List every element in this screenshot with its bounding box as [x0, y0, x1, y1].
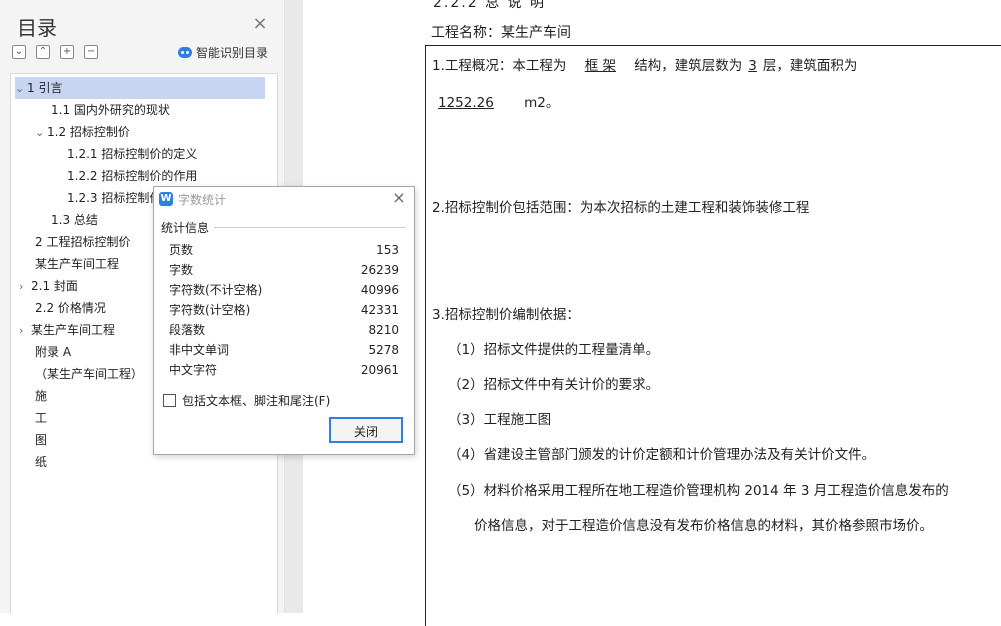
- toc-item-label: 某生产车间工程: [31, 323, 116, 337]
- stat-row: 非中文单词 5278: [169, 340, 399, 360]
- stat-label: 字数: [169, 263, 194, 277]
- text-run: 结构，建筑层数为: [634, 58, 743, 74]
- stat-value: 40996: [360, 283, 399, 297]
- stat-row: 字数 26239: [169, 260, 399, 280]
- text-run: m2。: [524, 95, 560, 111]
- stat-row: 字符数(计空格) 42331: [169, 300, 399, 320]
- toc-item[interactable]: 1.2.1 招标控制价的定义: [67, 143, 197, 165]
- paragraph-scope: 2.招标控制价包括范围：为本次招标的土建工程和装饰装修工程: [432, 200, 810, 216]
- list-item: （2）招标文件中有关计价的要求。: [448, 377, 660, 393]
- stat-label: 非中文单词: [169, 343, 230, 357]
- content-frame: 1.工程概况：本工程为 框 架 结构，建筑层数为 3 层，建筑面积为 1252.26…: [425, 45, 1001, 626]
- smart-toc-label: 智能识别目录: [196, 46, 269, 60]
- toc-item[interactable]: 1.1 国内外研究的现状: [51, 99, 170, 121]
- stat-label: 页数: [169, 243, 194, 257]
- close-icon[interactable]: ×: [250, 14, 270, 34]
- group-divider: [214, 227, 406, 228]
- stat-label: 段落数: [169, 323, 206, 337]
- dialog-titlebar[interactable]: W 字数统计 ×: [154, 187, 414, 211]
- toc-toolbar: ⌄ ⌃ + −: [12, 45, 98, 59]
- underlined-value: 1252.26: [438, 95, 494, 111]
- toc-item[interactable]: 施: [35, 385, 47, 407]
- toc-item[interactable]: 1.3 总结: [51, 209, 98, 231]
- close-button[interactable]: 关闭: [329, 417, 403, 443]
- dialog-title: 字数统计: [178, 193, 227, 207]
- chevron-down-icon[interactable]: ⌄: [15, 78, 27, 100]
- stat-label: 字符数(计空格): [169, 303, 251, 317]
- sidebar-title: 目录: [17, 16, 57, 40]
- toc-item[interactable]: ⌄ 1.2 招标控制价: [35, 121, 130, 143]
- toc-item[interactable]: 工: [35, 407, 47, 429]
- group-label: 统计信息: [161, 221, 210, 235]
- toc-item[interactable]: 1.2.2 招标控制价的作用: [67, 165, 197, 187]
- toc-item[interactable]: › 某生产车间工程: [19, 319, 115, 341]
- list-item: （1）招标文件提供的工程量清单。: [448, 342, 660, 358]
- underlined-value: 3: [748, 58, 757, 74]
- toc-item[interactable]: 2 工程招标控制价: [35, 231, 130, 253]
- robot-icon: [178, 47, 192, 58]
- text-run: 1.工程概况：本工程为: [432, 58, 567, 74]
- paragraph-area: 1252.26 m2。: [432, 91, 559, 111]
- stat-value: 26239: [360, 263, 399, 277]
- chevron-right-icon[interactable]: ›: [19, 320, 31, 342]
- stat-value: 5278: [368, 343, 399, 357]
- underlined-value: 框 架: [584, 58, 616, 74]
- toc-item[interactable]: （某生产车间工程）: [35, 363, 143, 385]
- project-name: 工程名称：某生产车间: [431, 25, 571, 41]
- close-icon[interactable]: ×: [390, 189, 408, 207]
- stat-row: 中文字符 20961: [169, 360, 399, 380]
- stat-label: 中文字符: [169, 363, 218, 377]
- chevron-right-icon[interactable]: ›: [19, 276, 31, 298]
- smart-toc-button[interactable]: 智能识别目录: [178, 44, 268, 61]
- list-item-continuation: 价格信息，对于工程造价信息没有发布价格信息的材料，其价格参照市场价。: [474, 518, 933, 534]
- stat-row: 字符数(不计空格) 40996: [169, 280, 399, 300]
- stat-value: 20961: [360, 363, 399, 377]
- toc-item[interactable]: 纸: [35, 451, 47, 473]
- stat-row: 页数 153: [169, 240, 399, 260]
- stat-value: 8210: [368, 323, 399, 337]
- paragraph-overview: 1.工程概况：本工程为 框 架 结构，建筑层数为 3 层，建筑面积为: [432, 54, 857, 74]
- expand-up-icon[interactable]: ⌃: [36, 45, 50, 59]
- toc-item[interactable]: 图: [35, 429, 47, 451]
- remove-heading-icon[interactable]: −: [84, 45, 98, 59]
- chevron-down-icon[interactable]: ⌄: [35, 122, 47, 144]
- stat-row: 段落数 8210: [169, 320, 399, 340]
- checkbox-box[interactable]: [163, 394, 176, 407]
- stat-value: 153: [376, 243, 399, 257]
- stat-value: 42331: [360, 303, 399, 317]
- toc-item[interactable]: 附录 A: [35, 341, 71, 363]
- toc-item[interactable]: › 2.1 封面: [19, 275, 78, 297]
- toc-item[interactable]: 某生产车间工程: [35, 253, 119, 275]
- list-item: （5）材料价格采用工程所在地工程造价管理机构 2014 年 3 月工程造价信息发…: [448, 483, 949, 499]
- checkbox-label: 包括文本框、脚注和尾注(F): [182, 394, 331, 408]
- add-heading-icon[interactable]: +: [60, 45, 74, 59]
- list-item: （3）工程施工图: [448, 412, 552, 428]
- toc-item-label: 1 引言: [27, 81, 63, 95]
- stat-label: 字符数(不计空格): [169, 283, 263, 297]
- list-item: （4）省建设主管部门颁发的计价定额和计价管理办法及有关计价文件。: [448, 447, 876, 463]
- toc-item-label: 1.2 招标控制价: [47, 125, 130, 139]
- toc-item-label: 2.1 封面: [31, 279, 78, 293]
- wps-logo-icon: W: [159, 192, 173, 206]
- toc-item[interactable]: 2.2 价格情况: [35, 297, 106, 319]
- paragraph-basis: 3.招标控制价编制依据：: [432, 307, 580, 323]
- toc-item[interactable]: 1.2.3 招标控制价: [67, 187, 161, 209]
- word-count-dialog: W 字数统计 × 统计信息 页数 153 字数 26239 字符数(不计空格) …: [153, 186, 415, 455]
- collapse-all-icon[interactable]: ⌄: [12, 45, 26, 59]
- include-textbox-checkbox[interactable]: 包括文本框、脚注和尾注(F): [163, 392, 330, 409]
- section-heading: 2.2.2 总 说 明: [433, 0, 546, 11]
- toc-item-intro[interactable]: ⌄ 1 引言: [15, 77, 265, 99]
- text-run: 层，建筑面积为: [762, 58, 858, 74]
